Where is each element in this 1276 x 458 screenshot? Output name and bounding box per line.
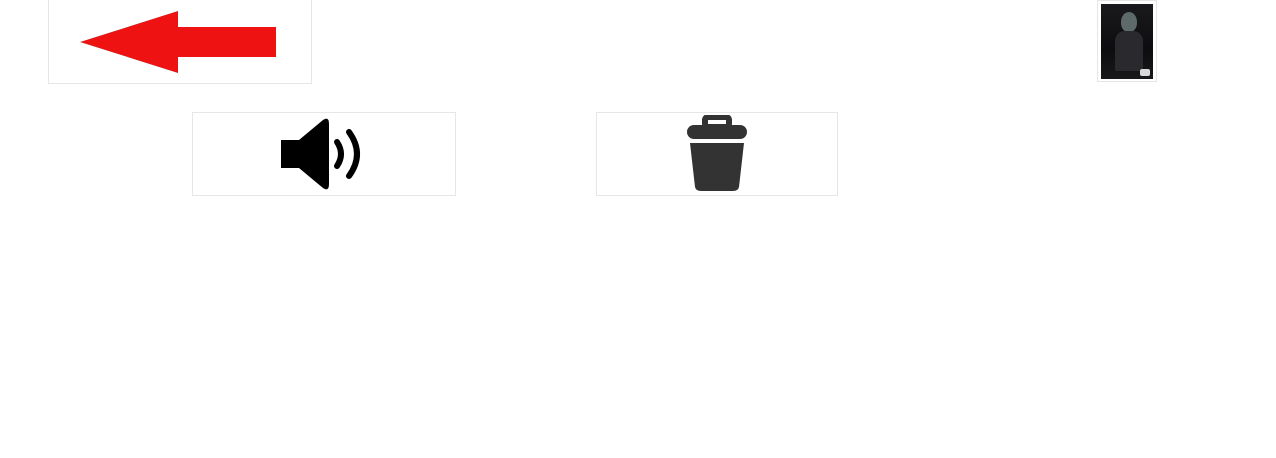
back-button[interactable]: [48, 0, 312, 84]
speaker-volume-icon: [279, 118, 369, 190]
speak-button[interactable]: [192, 112, 456, 196]
trash-icon: [685, 115, 749, 193]
delete-button[interactable]: [596, 112, 838, 196]
arrow-left-icon: [80, 9, 280, 75]
thumbnail-image: [1101, 3, 1153, 79]
photo-thumbnail[interactable]: [1097, 0, 1157, 82]
page: [0, 0, 1276, 458]
